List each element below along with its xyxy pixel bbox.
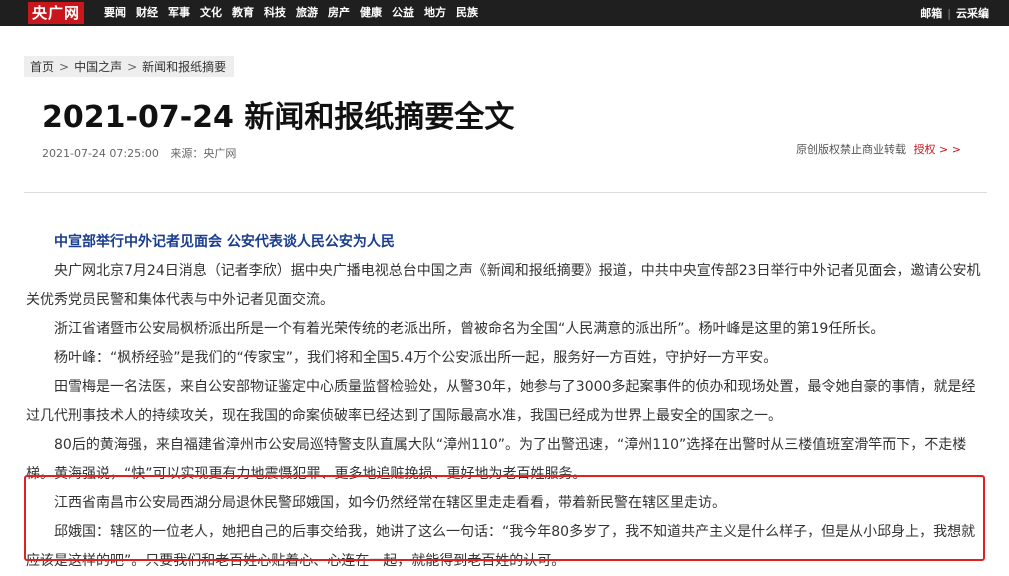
- nav-item-caijing[interactable]: 财经: [136, 0, 158, 26]
- nav-item-fangchan[interactable]: 房产: [328, 0, 350, 26]
- article-paragraph: 田雪梅是一名法医，来自公安部物证鉴定中心质量监督检验处，从警30年，她参与了30…: [26, 379, 976, 424]
- nav-item-keji[interactable]: 科技: [264, 0, 286, 26]
- breadcrumb: 首页 > 中国之声 > 新闻和报纸摘要: [24, 56, 235, 77]
- nav-item-gongyi[interactable]: 公益: [392, 0, 414, 26]
- highlight-annotation-box: [24, 475, 985, 561]
- article-paragraph: 央广网北京7月24日消息（记者李欣）据中央广播电视总台中国之声《新闻和报纸摘要》…: [26, 263, 981, 308]
- chevron-right-icon: >: [59, 59, 70, 74]
- nav-right-links: 邮箱 | 云采编: [920, 0, 989, 26]
- breadcrumb-channel[interactable]: 中国之声: [74, 58, 122, 75]
- article-meta: 2021-07-24 07:25:00 来源：央广网: [42, 145, 236, 161]
- breadcrumb-column[interactable]: 新闻和报纸摘要: [142, 58, 226, 75]
- publish-datetime: 2021-07-24 07:25:00: [42, 147, 159, 160]
- nav-item-junshi[interactable]: 军事: [168, 0, 190, 26]
- article-subhead: 中宣部举行中外记者见面会 公安代表谈人民公安为人民: [54, 234, 395, 250]
- cloud-editor-link[interactable]: 云采编: [956, 5, 989, 21]
- copyright-text: 原创版权禁止商业转载: [796, 143, 907, 156]
- top-nav-bar: 央广网 要闻 财经 军事 文化 教育 科技 旅游 房产 健康 公益 地方 民族 …: [0, 0, 1009, 26]
- chevron-right-icon: >: [127, 59, 138, 74]
- nav-item-difang[interactable]: 地方: [424, 0, 446, 26]
- page-title: 2021-07-24 新闻和报纸摘要全文: [42, 100, 515, 135]
- nav-item-yaowen[interactable]: 要闻: [104, 0, 126, 26]
- nav-separator: |: [947, 6, 951, 20]
- copyright-notice: 原创版权禁止商业转载 授权 > >: [796, 141, 961, 157]
- main-nav: 要闻 财经 军事 文化 教育 科技 旅游 房产 健康 公益 地方 民族: [104, 0, 488, 26]
- nav-item-wenhua[interactable]: 文化: [200, 0, 222, 26]
- site-logo[interactable]: 央广网: [28, 2, 85, 24]
- breadcrumb-home[interactable]: 首页: [30, 58, 54, 75]
- nav-item-jiaoyu[interactable]: 教育: [232, 0, 254, 26]
- article-paragraph: 杨叶峰：“枫桥经验”是我们的“传家宝”，我们将和全国5.4万个公安派出所一起，服…: [54, 350, 778, 366]
- nav-item-minzu[interactable]: 民族: [456, 0, 478, 26]
- article-source: 来源：央广网: [170, 147, 237, 160]
- divider: [24, 192, 987, 193]
- nav-item-jiankang[interactable]: 健康: [360, 0, 382, 26]
- article-paragraph: 浙江省诸暨市公安局枫桥派出所是一个有着光荣传统的老派出所，曾被命名为全国“人民满…: [54, 321, 885, 337]
- mail-link[interactable]: 邮箱: [920, 5, 942, 21]
- license-link[interactable]: 授权 > >: [914, 143, 961, 156]
- nav-item-lvyou[interactable]: 旅游: [296, 0, 318, 26]
